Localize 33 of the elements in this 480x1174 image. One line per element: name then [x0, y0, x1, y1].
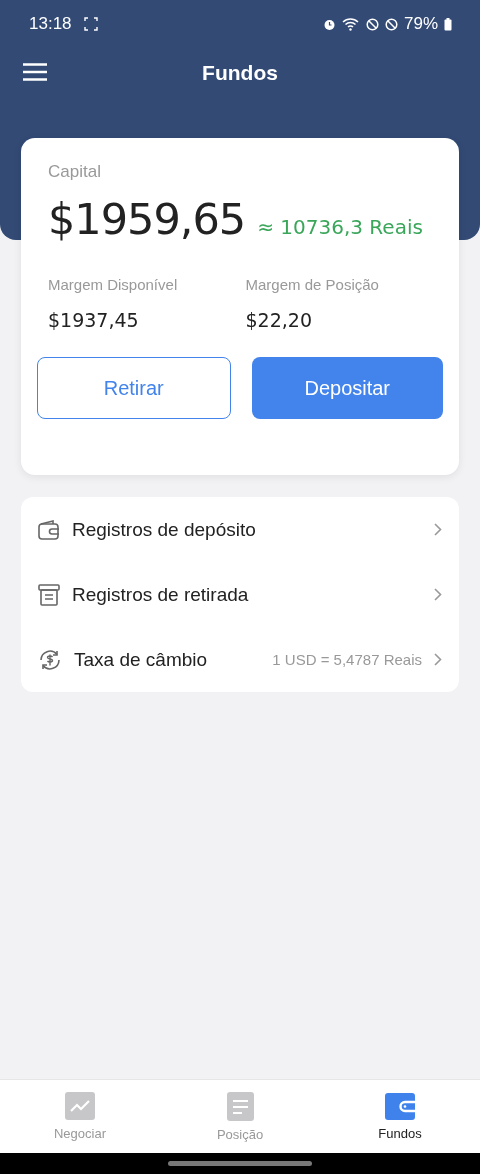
chevron-icon: [434, 653, 442, 666]
menu-item[interactable]: Taxa de câmbio 1 USD = 5,4787 Reais: [38, 627, 442, 692]
blocked-icon: [365, 17, 379, 31]
withdraw-button[interactable]: Retirar: [37, 357, 231, 419]
chevron-icon: [434, 588, 442, 601]
capital-amount: $1959,65: [48, 194, 246, 244]
deposit-button[interactable]: Depositar: [251, 357, 443, 419]
margin-label: Margem de Posição: [245, 276, 380, 293]
wallet-icon: [385, 1092, 415, 1120]
margin-value: $1937,45: [48, 309, 140, 331]
screenshot-icon: [83, 17, 98, 31]
nav-tab[interactable]: Fundos: [320, 1080, 480, 1153]
battery-icon: [444, 17, 452, 31]
page-title: Fundos: [202, 61, 278, 85]
wifi-icon: [341, 17, 360, 31]
alarm-icon: [322, 17, 336, 31]
blocked-icon: [384, 17, 398, 31]
capital-label: Capital: [48, 162, 102, 182]
battery-percent: 79%: [403, 14, 438, 34]
chevron-icon: [434, 523, 442, 536]
exchange-rate: 1 USD = 5,4787 Reais: [272, 651, 422, 668]
menu-icon[interactable]: [23, 63, 47, 81]
list-icon: [226, 1091, 254, 1121]
menu-item[interactable]: Registros de retirada: [38, 562, 442, 627]
margin-label: Margem Disponível: [48, 276, 179, 293]
chart-icon: [65, 1092, 95, 1120]
converted-amount: ≈ 10736,3 Reais: [257, 215, 423, 239]
margin-value: $22,20: [245, 309, 313, 331]
menu-item[interactable]: Registros de depósito: [38, 497, 442, 562]
status-time: 13:18: [29, 14, 72, 34]
wallet-icon: [38, 519, 60, 540]
document-icon: [38, 583, 60, 606]
dollar-exchange-icon: [38, 647, 62, 672]
